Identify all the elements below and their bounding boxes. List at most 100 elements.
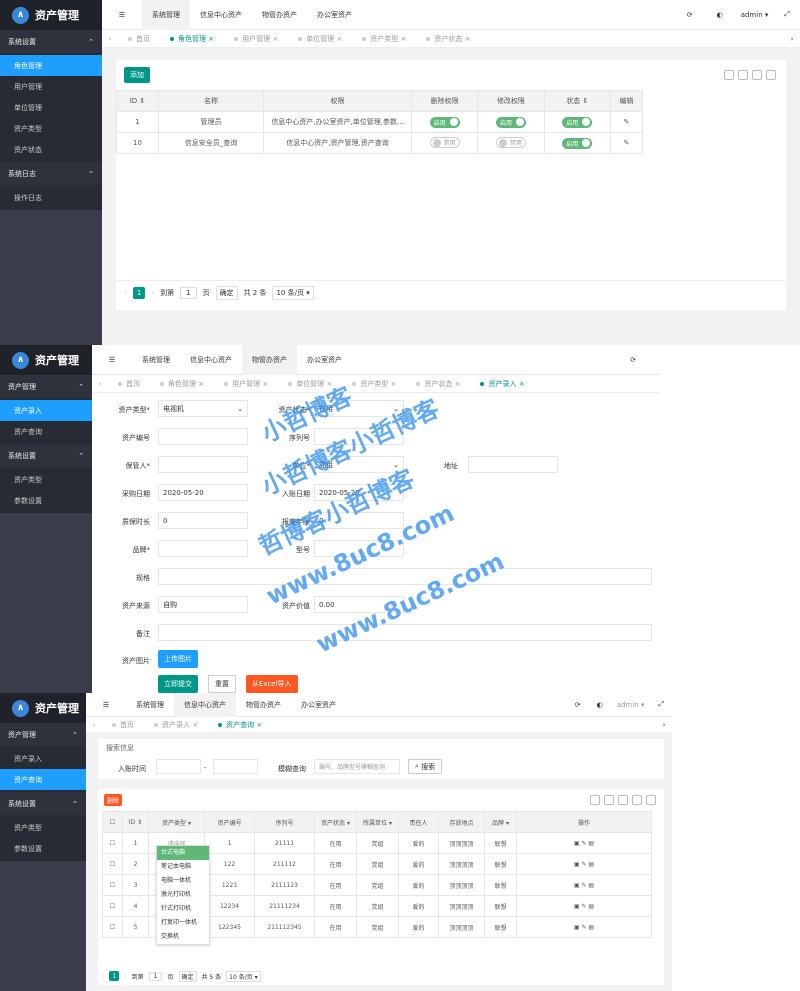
page-tab-home[interactable]: 首页 [118,34,160,44]
refresh-icon[interactable]: ⟳ [687,11,693,19]
info-icon[interactable] [632,795,642,805]
print-icon[interactable] [618,795,628,805]
dropdown-option[interactable]: 针式打印机 [157,902,209,916]
page-1[interactable]: 1 [132,286,146,299]
page-1[interactable]: 1 [109,971,120,981]
page-tab-asset-status[interactable]: 资产状态 × [406,379,470,389]
status-toggle[interactable]: 启用 [562,116,593,128]
modify-perm-toggle[interactable]: 禁用 [495,137,526,149]
per-page-select[interactable]: 10 条/页 ▾ [226,970,261,982]
tabs-left-icon[interactable]: ‹ [86,721,102,729]
sidebar-item-units[interactable]: 单位管理 [0,97,102,118]
user-menu[interactable]: admin ▾ [741,11,769,19]
nav-group-system-settings[interactable]: 系统设置 ⌃ [0,30,102,53]
tab-property-office[interactable]: 物管办资产 [242,345,297,375]
sidebar-item-asset-types[interactable]: 资产类型 [0,469,92,490]
nav-group-system-settings[interactable]: 系统设置 ⌃ [0,444,92,467]
fullscreen-icon[interactable]: ⤢ [658,700,664,709]
row-checkbox[interactable]: ☐ [102,895,123,917]
page-tab-users[interactable]: 用户管理 × [214,379,278,389]
page-tab-asset-entry[interactable]: 资产录入 × [144,720,208,730]
row-checkbox[interactable]: ☐ [102,853,123,875]
tab-office[interactable]: 办公室资产 [307,0,362,30]
delete-perm-toggle[interactable]: 禁用 [429,137,460,149]
page-input[interactable]: 1 [148,971,163,981]
location-input[interactable] [468,456,558,473]
page-tab-roles[interactable]: 角色管理 × [160,34,224,44]
sidebar-item-parameters[interactable]: 参数设置 [0,490,92,511]
refresh-icon[interactable]: ⟳ [630,356,636,364]
source-input[interactable]: 自购 [158,596,248,613]
sidebar-item-asset-query[interactable]: 资产查询 [0,421,92,442]
row-checkbox[interactable]: ☐ [102,874,123,896]
nav-group-asset-management[interactable]: 资产管理 ⌃ [0,723,86,746]
next-page-icon[interactable]: › [124,973,126,980]
page-tab-units[interactable]: 单位管理 × [288,34,352,44]
sidebar-item-asset-status[interactable]: 资产状态 [0,139,102,160]
nav-group-asset-management[interactable]: 资产管理 ⌃ [0,375,92,398]
upload-image-button[interactable]: 上传图片 [158,650,198,668]
tab-system[interactable]: 系统管理 [132,345,180,375]
page-tab-asset-types[interactable]: 资产类型 × [342,379,406,389]
dropdown-option[interactable]: 台式电脑 [157,846,209,860]
export-icon[interactable] [738,70,748,80]
status-toggle[interactable]: 启用 [562,137,593,149]
select-all-checkbox[interactable]: ☐ [102,811,123,833]
dropdown-option[interactable]: 打复印一体机 [157,916,209,930]
sidebar-item-parameters[interactable]: 参数设置 [0,838,86,859]
col-id[interactable]: ID ⇕ [116,90,159,112]
tab-office[interactable]: 办公室资产 [291,693,346,717]
nav-group-system-log[interactable]: 系统日志 ⌃ [0,162,102,185]
sidebar-item-asset-entry[interactable]: 资产录入 [0,748,86,769]
dropdown-option[interactable]: 激光打印机 [157,888,209,902]
col-status[interactable]: 状态 ⇕ [543,90,611,112]
keeper-input[interactable] [158,456,248,473]
tabs-right-icon[interactable]: › [656,721,672,729]
tab-system[interactable]: 系统管理 [126,693,174,717]
sidebar-item-asset-query[interactable]: 资产查询 [0,769,86,790]
row-checkbox[interactable]: ☐ [102,832,123,854]
brand-input[interactable] [158,540,248,557]
nav-group-system-settings[interactable]: 系统设置 ⌃ [0,792,86,815]
date-end-input[interactable] [213,759,258,774]
dropdown-option[interactable]: 电脑一体机 [157,874,209,888]
note-input[interactable] [158,624,652,641]
row-checkbox[interactable]: ☐ [102,916,123,938]
asset-type-select[interactable]: 电视机 ⌄ [158,400,248,417]
fuzzy-search-input[interactable]: 编号、品牌型号模糊查询 [314,759,400,774]
row-actions[interactable]: ▣ ✎ ▤ [516,832,652,854]
page-tab-asset-status[interactable]: 资产状态 × [416,34,480,44]
tab-property-office[interactable]: 物管办资产 [236,693,291,717]
delete-perm-toggle[interactable]: 启用 [429,116,460,128]
tab-info-center[interactable]: 信息中心资产 [180,345,242,375]
link-icon[interactable] [646,795,656,805]
submit-button[interactable]: 立即提交 [158,675,198,693]
fullscreen-icon[interactable]: ⤢ [784,10,790,19]
page-tab-home[interactable]: 首页 [102,720,144,730]
tabs-left-icon[interactable]: ‹ [92,380,108,388]
page-tab-asset-query[interactable]: 资产查询 × [208,720,272,730]
search-button[interactable]: ⌕ 搜索 [408,759,443,774]
confirm-button[interactable]: 确定 [215,285,238,300]
user-menu[interactable]: admin ▾ [617,701,645,709]
sidebar-item-asset-entry[interactable]: 资产录入 [0,400,92,421]
menu-toggle-icon[interactable]: ☰ [102,11,142,19]
edit-icon[interactable]: ✎ [609,132,644,154]
confirm-button[interactable]: 确定 [178,970,197,982]
page-tab-asset-entry[interactable]: 资产录入 × [470,379,534,389]
spec-input[interactable] [158,568,652,585]
date-start-input[interactable] [156,759,201,774]
edit-icon[interactable]: ✎ [609,111,644,133]
row-actions[interactable]: ▣ ✎ ▤ [516,895,652,917]
prev-page-icon[interactable]: ‹ [124,289,127,297]
dropdown-option[interactable]: 笔记本电脑 [157,860,209,874]
columns-icon[interactable] [590,795,600,805]
columns-icon[interactable] [724,70,734,80]
row-actions[interactable]: ▣ ✎ ▤ [516,853,652,875]
info-icon[interactable] [766,70,776,80]
menu-toggle-icon[interactable]: ☰ [92,356,132,364]
page-tab-roles[interactable]: 角色管理 × [150,379,214,389]
reset-button[interactable]: 重置 [208,675,236,693]
add-button[interactable]: 添加 [124,67,150,83]
page-tab-users[interactable]: 用户管理 × [224,34,288,44]
